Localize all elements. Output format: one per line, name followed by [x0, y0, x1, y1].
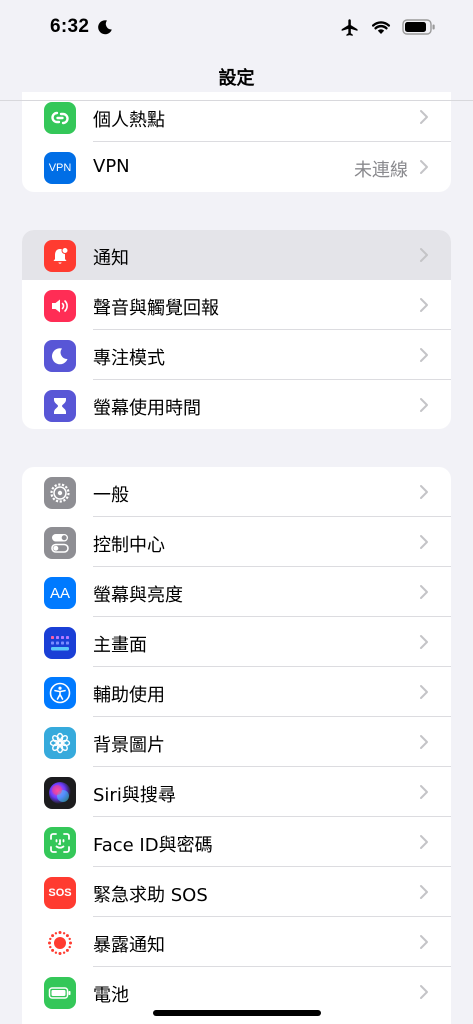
- notifications-group: 通知 聲音與觸覺回報 專注模式 螢幕使用時間: [22, 230, 451, 429]
- settings-item-sounds-haptics[interactable]: 聲音與觸覺回報: [22, 280, 451, 330]
- chevron-right-icon: [420, 785, 428, 799]
- bell-icon: [44, 240, 76, 272]
- settings-item-siri-search[interactable]: Siri與搜尋: [22, 767, 451, 817]
- battery-status-icon: [402, 19, 435, 35]
- settings-item-label: 專注模式: [93, 348, 165, 369]
- general-group: 一般 控制中心 AA 螢幕與亮度 主畫面 輔助使用 背景圖片 Siri與搜尋 F…: [22, 467, 451, 1024]
- sos-icon-text: SOS: [48, 887, 72, 899]
- speaker-icon: [44, 290, 76, 322]
- chevron-right-icon: [420, 535, 428, 549]
- battery-icon: [44, 977, 76, 1009]
- settings-item-exposure-notifications[interactable]: 暴露通知: [22, 917, 451, 967]
- settings-item-focus[interactable]: 專注模式: [22, 330, 451, 380]
- vpn-status-value: 未連線: [354, 160, 408, 181]
- focus-moon-icon: [98, 20, 112, 35]
- text-size-icon-text: AA: [49, 584, 70, 602]
- nav-divider: [0, 100, 473, 101]
- hourglass-icon: [44, 390, 76, 422]
- accessibility-icon: [44, 677, 76, 709]
- chevron-right-icon: [420, 735, 428, 749]
- toggles-icon: [44, 527, 76, 559]
- exposure-icon: [44, 927, 76, 959]
- flower-icon: [44, 727, 76, 759]
- settings-item-home-screen[interactable]: 主畫面: [22, 617, 451, 667]
- status-bar: 6:32: [0, 0, 473, 56]
- settings-item-label: Siri與搜尋: [93, 785, 176, 806]
- gear-icon: [44, 477, 76, 509]
- settings-item-label: 緊急求助 SOS: [93, 885, 208, 906]
- moon-icon: [44, 340, 76, 372]
- chevron-right-icon: [420, 835, 428, 849]
- settings-item-label: 主畫面: [93, 635, 147, 656]
- chevron-right-icon: [420, 635, 428, 649]
- settings-item-general[interactable]: 一般: [22, 467, 451, 517]
- settings-item-control-center[interactable]: 控制中心: [22, 517, 451, 567]
- chevron-right-icon: [420, 885, 428, 899]
- chevron-right-icon: [420, 110, 428, 124]
- settings-item-label: 一般: [93, 485, 129, 506]
- settings-item-accessibility[interactable]: 輔助使用: [22, 667, 451, 717]
- settings-item-label: 個人熱點: [93, 110, 165, 131]
- chevron-right-icon: [420, 685, 428, 699]
- vpn-icon-text: VPN: [48, 162, 72, 174]
- status-time: 6:32: [50, 16, 90, 37]
- settings-item-wallpaper[interactable]: 背景圖片: [22, 717, 451, 767]
- chevron-right-icon: [420, 985, 428, 999]
- chevron-right-icon: [420, 160, 428, 174]
- settings-item-vpn[interactable]: VPN VPN 未連線: [22, 142, 451, 192]
- hotspot-icon: [44, 102, 76, 134]
- page-title: 設定: [218, 68, 255, 89]
- siri-icon: [44, 777, 76, 809]
- settings-item-label: 螢幕與亮度: [93, 585, 183, 606]
- text-size-icon: AA: [44, 577, 76, 609]
- settings-item-label: 聲音與觸覺回報: [93, 298, 219, 319]
- chevron-right-icon: [420, 248, 428, 262]
- settings-item-notifications[interactable]: 通知: [22, 230, 451, 280]
- chevron-right-icon: [420, 585, 428, 599]
- chevron-right-icon: [420, 485, 428, 499]
- settings-item-label: 通知: [93, 248, 129, 269]
- home-grid-icon: [44, 627, 76, 659]
- settings-item-screen-time[interactable]: 螢幕使用時間: [22, 380, 451, 429]
- chevron-right-icon: [420, 298, 428, 312]
- settings-item-label: 螢幕使用時間: [93, 398, 201, 419]
- settings-item-label: Face ID與密碼: [93, 835, 213, 856]
- settings-item-display-brightness[interactable]: AA 螢幕與亮度: [22, 567, 451, 617]
- sos-icon: SOS: [44, 877, 76, 909]
- home-indicator[interactable]: [153, 1010, 321, 1016]
- settings-item-label: 輔助使用: [93, 685, 165, 706]
- settings-item-label: 暴露通知: [93, 935, 165, 956]
- network-group: 個人熱點 VPN VPN 未連線: [22, 92, 451, 192]
- settings-item-emergency-sos[interactable]: SOS 緊急求助 SOS: [22, 867, 451, 917]
- settings-item-label: 電池: [93, 985, 129, 1006]
- wifi-icon: [372, 21, 390, 34]
- chevron-right-icon: [420, 348, 428, 362]
- face-id-icon: [44, 827, 76, 859]
- settings-item-label: 控制中心: [93, 535, 165, 556]
- settings-item-face-id-passcode[interactable]: Face ID與密碼: [22, 817, 451, 867]
- chevron-right-icon: [420, 935, 428, 949]
- settings-item-label: 背景圖片: [93, 735, 165, 756]
- vpn-icon: VPN: [44, 152, 76, 184]
- settings-item-label: VPN: [93, 156, 130, 177]
- airplane-mode-icon: [341, 19, 358, 36]
- chevron-right-icon: [420, 398, 428, 412]
